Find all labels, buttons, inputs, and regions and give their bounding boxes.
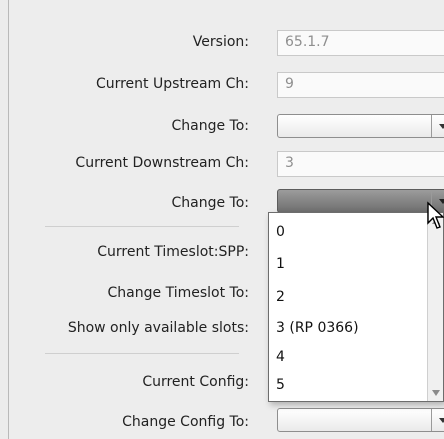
combo-separator xyxy=(431,409,432,431)
change-to-downstream-label: Change To: xyxy=(171,195,249,211)
change-to-upstream-label: Change To: xyxy=(171,118,249,134)
current-upstream-field: 9 xyxy=(277,72,444,98)
current-timeslot-label: Current Timeslot:SPP: xyxy=(97,244,249,260)
mouse-pointer-icon xyxy=(427,201,444,229)
scroll-down-icon[interactable] xyxy=(432,390,440,396)
chevron-down-icon xyxy=(439,418,444,423)
downstream-dropdown-menu: 0 1 2 3 (RP 0366) 4 5 xyxy=(268,212,444,402)
chevron-down-icon xyxy=(439,124,444,129)
section-divider xyxy=(45,226,239,227)
change-to-upstream-select[interactable] xyxy=(277,114,444,138)
current-upstream-label: Current Upstream Ch: xyxy=(95,76,249,92)
version-field: 65.1.7 xyxy=(277,30,444,56)
show-available-label: Show only available slots: xyxy=(67,320,249,336)
change-timeslot-label: Change Timeslot To: xyxy=(107,285,249,301)
section-divider xyxy=(45,353,239,354)
version-label: Version: xyxy=(192,34,249,50)
dropdown-option-3[interactable]: 3 (RP 0366) xyxy=(276,320,359,336)
dropdown-option-4[interactable]: 4 xyxy=(276,349,285,365)
change-to-downstream-select[interactable] xyxy=(277,189,444,213)
current-downstream-label: Current Downstream Ch: xyxy=(75,155,249,171)
dropdown-scrollbar[interactable] xyxy=(427,213,443,401)
current-config-label: Current Config: xyxy=(142,374,249,390)
current-downstream-field: 3 xyxy=(277,151,444,177)
dropdown-option-2[interactable]: 2 xyxy=(276,289,285,305)
dropdown-option-5[interactable]: 5 xyxy=(276,377,285,393)
dropdown-option-1[interactable]: 1 xyxy=(276,256,285,272)
dropdown-option-0[interactable]: 0 xyxy=(276,224,285,240)
combo-separator xyxy=(431,115,432,137)
change-config-select[interactable] xyxy=(277,408,444,432)
change-config-label: Change Config To: xyxy=(122,414,249,430)
